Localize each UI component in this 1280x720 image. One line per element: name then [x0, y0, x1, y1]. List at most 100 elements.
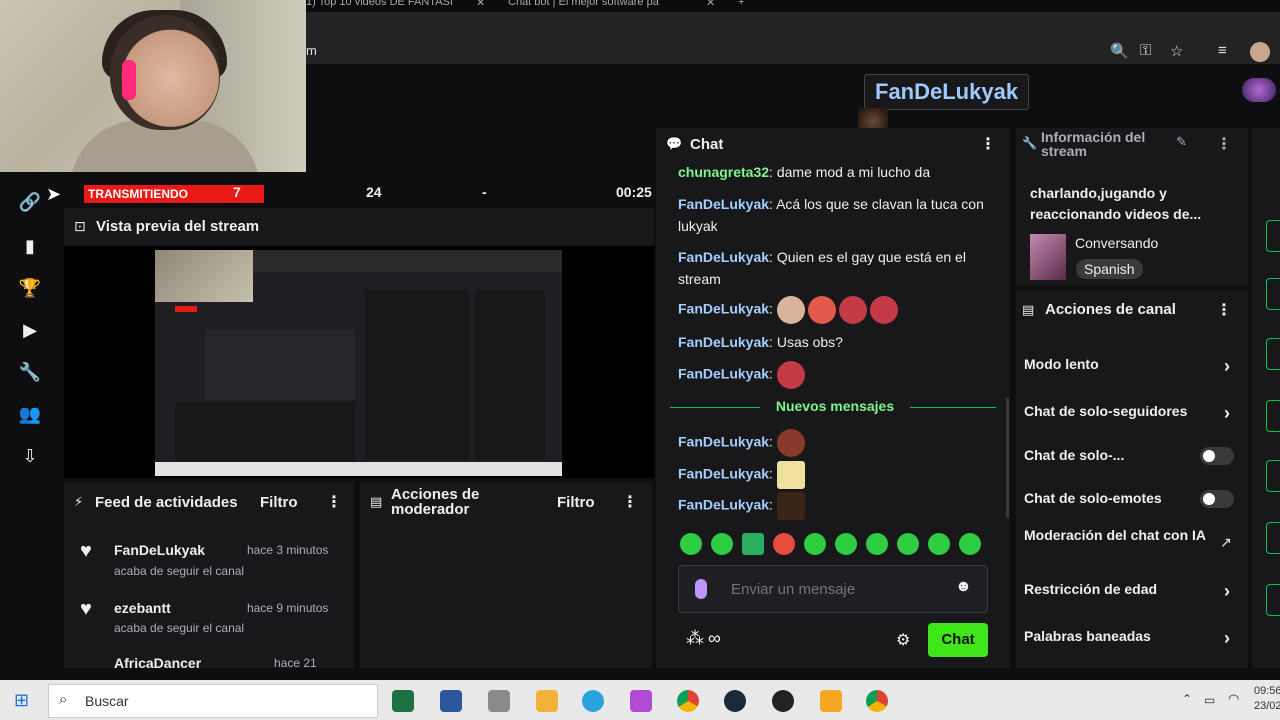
stream-preview-video[interactable]	[155, 250, 562, 476]
more-options-icon[interactable]: ⋮	[622, 492, 638, 512]
wrench-icon[interactable]: 🔧	[18, 360, 42, 384]
stream-category[interactable]: Conversando	[1075, 235, 1158, 251]
download-icon[interactable]: ⇩	[18, 444, 42, 468]
battery-icon[interactable]: ▭	[1204, 693, 1215, 707]
more-options-icon[interactable]: ⋮	[980, 134, 996, 154]
emote[interactable]	[776, 461, 805, 489]
feed-item-user[interactable]: AfricaDancer	[114, 655, 201, 668]
star-icon[interactable]: ☆	[1170, 42, 1183, 60]
browser-tab[interactable]: Chat bot | El mejor software pa	[508, 0, 659, 8]
action-age-restriction[interactable]: Restricción de edad ›	[1024, 581, 1240, 601]
mod-filter-button[interactable]: Filtro	[557, 494, 595, 511]
emote[interactable]	[807, 296, 836, 324]
chat-username[interactable]: FanDeLukyak	[678, 301, 769, 317]
chat-scrollbar[interactable]	[1006, 398, 1009, 518]
emote-option[interactable]	[804, 533, 826, 555]
more-options-icon[interactable]: ⋮	[326, 492, 342, 512]
feed-filter-button[interactable]: Filtro	[260, 494, 298, 511]
excel-icon[interactable]	[392, 690, 414, 712]
users-icon[interactable]: 👥	[18, 402, 42, 426]
word-icon[interactable]	[440, 690, 462, 712]
microphone-icon[interactable]	[695, 579, 707, 599]
analytics-icon[interactable]: ▮	[18, 234, 42, 258]
language-tag[interactable]: Spanish	[1076, 259, 1143, 279]
address-bar[interactable]: m	[306, 43, 317, 58]
action-followers-only[interactable]: Chat de solo-seguidores ›	[1024, 403, 1240, 423]
category-box-art[interactable]	[1030, 234, 1066, 280]
app-icon[interactable]	[820, 690, 842, 712]
link-icon[interactable]: 🔗	[18, 190, 42, 214]
chrome-icon[interactable]	[677, 690, 699, 712]
browser-tab[interactable]: 1) Top 10 videos DE FANTASÍ	[306, 0, 453, 8]
emotes-only-toggle[interactable]	[1200, 490, 1234, 508]
chat-username[interactable]: FanDeLukyak	[678, 249, 769, 265]
chrome-icon[interactable]	[866, 690, 888, 712]
taskbar-clock-time[interactable]: 09:56	[1254, 685, 1280, 697]
emote-option[interactable]	[773, 533, 795, 555]
emote-option[interactable]	[742, 533, 764, 555]
action-slow-mode[interactable]: Modo lento ›	[1024, 356, 1240, 376]
new-tab-icon[interactable]: +	[738, 0, 744, 8]
new-messages-divider[interactable]: Nuevos mensajes	[760, 398, 910, 416]
windows-start-icon[interactable]: ⊞	[14, 690, 29, 711]
chat-username[interactable]: FanDeLukyak	[678, 497, 769, 513]
zoom-icon[interactable]: 🔍	[1110, 42, 1129, 60]
action-banned-words[interactable]: Palabras baneadas ›	[1024, 628, 1240, 648]
app-icon[interactable]	[630, 690, 652, 712]
chat-input-box[interactable]: ☻	[678, 565, 988, 613]
browser-tab-strip: 1) Top 10 videos DE FANTASÍ ✕ Chat bot |…	[306, 0, 1280, 12]
chat-username[interactable]: FanDeLukyak	[678, 466, 769, 482]
external-link-icon[interactable]: ↗	[1220, 534, 1232, 551]
chat-message: FanDeLukyak:	[678, 492, 998, 520]
file-explorer-icon[interactable]	[536, 690, 558, 712]
channel-points-icon[interactable]: ⁂	[686, 628, 704, 649]
subscribers-only-toggle[interactable]	[1200, 447, 1234, 465]
chat-username[interactable]: FanDeLukyak	[678, 434, 769, 450]
feed-item-user[interactable]: FanDeLukyak	[114, 542, 205, 558]
chat-username[interactable]: FanDeLukyak	[678, 334, 769, 350]
trophy-icon[interactable]: 🏆	[18, 276, 42, 300]
emote-option[interactable]	[680, 533, 702, 555]
emote[interactable]	[776, 296, 805, 324]
gear-icon[interactable]: ⚙	[896, 630, 910, 650]
emoji-icon[interactable]: ☻	[955, 578, 972, 596]
chat-bubble-icon: 💬	[666, 136, 683, 151]
pencil-icon[interactable]: ✎	[1176, 134, 1187, 150]
profile-avatar-icon[interactable]	[1250, 42, 1270, 62]
emote-option[interactable]	[928, 533, 950, 555]
more-options-icon[interactable]: ⋮	[1216, 134, 1232, 154]
more-options-icon[interactable]: ⋮	[1216, 300, 1232, 320]
video-icon[interactable]: ▶	[18, 318, 42, 342]
chat-username[interactable]: chunagreta32	[678, 164, 769, 180]
chat-username[interactable]: FanDeLukyak	[678, 196, 769, 212]
chevron-up-icon[interactable]: ⌃	[1182, 692, 1192, 706]
steam-icon[interactable]	[724, 690, 746, 712]
emote[interactable]	[776, 492, 805, 520]
playlist-icon[interactable]: ≡	[1218, 42, 1227, 59]
emote[interactable]	[838, 296, 867, 324]
chat-username[interactable]: FanDeLukyak	[678, 366, 769, 382]
emote-option[interactable]	[959, 533, 981, 555]
action-ai-moderation[interactable]: Moderación del chat con IA	[1024, 528, 1214, 543]
taskbar-search[interactable]: ⌕ Buscar	[48, 684, 378, 718]
emote[interactable]	[776, 429, 805, 457]
feed-item-user[interactable]: ezebantt	[114, 600, 171, 616]
emote-option[interactable]	[835, 533, 857, 555]
emote-option[interactable]	[897, 533, 919, 555]
obs-icon[interactable]	[772, 690, 794, 712]
wifi-icon[interactable]: ◠	[1228, 691, 1239, 707]
action-label: Restricción de edad	[1024, 581, 1158, 597]
emote[interactable]	[776, 361, 805, 389]
emote[interactable]	[869, 296, 898, 324]
close-icon[interactable]: ✕	[706, 0, 715, 9]
account-avatar[interactable]	[1242, 78, 1276, 102]
emote-option[interactable]	[866, 533, 888, 555]
close-icon[interactable]: ✕	[476, 0, 485, 9]
telegram-icon[interactable]	[582, 690, 604, 712]
chat-message-input[interactable]	[731, 578, 941, 600]
chat-send-button[interactable]: Chat	[928, 623, 988, 657]
calculator-icon[interactable]	[488, 690, 510, 712]
emote-option[interactable]	[711, 533, 733, 555]
taskbar-clock-date[interactable]: 23/02	[1254, 700, 1280, 712]
key-icon[interactable]: ⚿	[1140, 42, 1151, 59]
